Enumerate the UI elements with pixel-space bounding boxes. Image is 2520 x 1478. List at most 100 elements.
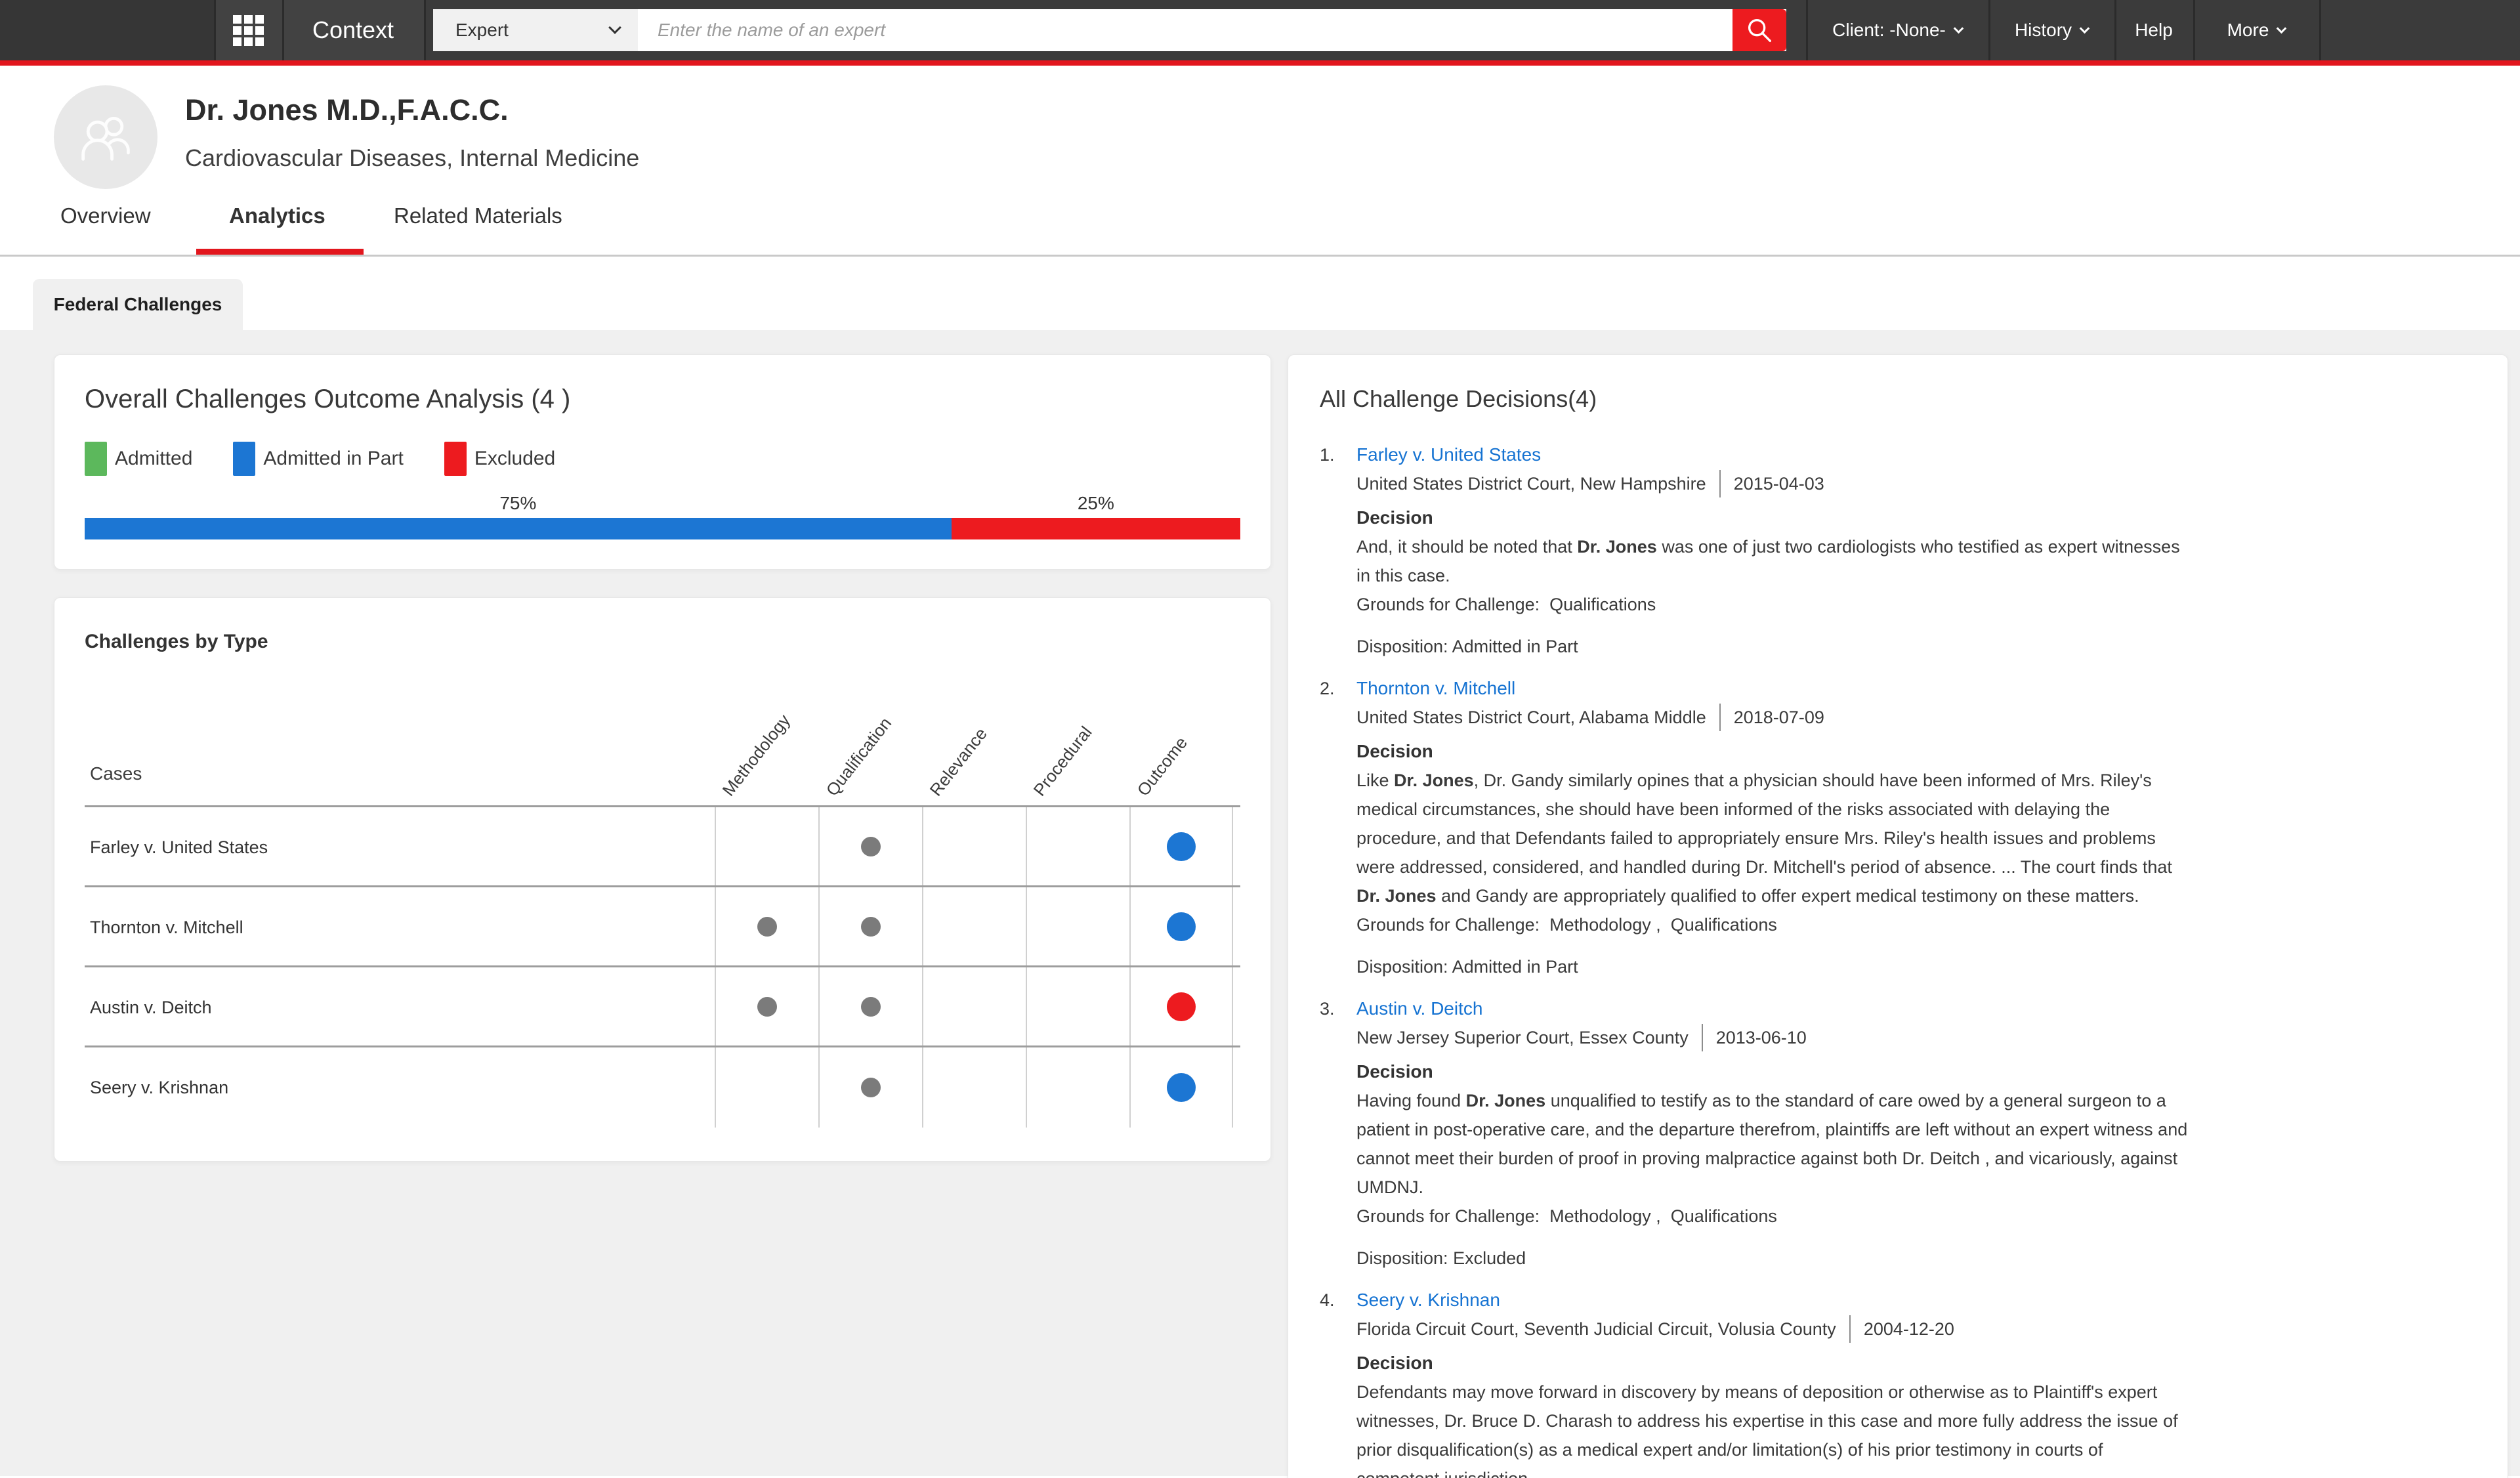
product-name: Context — [312, 16, 394, 43]
product-logo[interactable]: Context — [282, 0, 424, 60]
case-name: Farley v. United States — [90, 837, 268, 857]
table-cell — [922, 807, 1026, 885]
disposition-line: Disposition: Admitted in Part — [1356, 957, 1578, 977]
table-row: Farley v. United States — [85, 807, 1240, 887]
decision-date: 2018-07-09 — [1733, 707, 1824, 727]
table-cell — [1129, 807, 1233, 885]
cases-column-header: Cases — [90, 763, 142, 784]
decisions-title: All Challenge Decisions(4) — [1320, 385, 1597, 412]
expert-specialties: Cardiovascular Diseases, Internal Medici… — [185, 144, 640, 171]
grounds-dot — [861, 996, 881, 1017]
case-link[interactable]: Farley v. United States — [1356, 444, 1541, 465]
entry-number: 2. — [1320, 679, 1335, 698]
decision-text: And, it should be noted that Dr. Jones w… — [1356, 537, 2180, 585]
grounds-line: Grounds for Challenge: Qualifications — [1356, 595, 1656, 614]
grounds-line: Grounds for Challenge: Methodology , Qua… — [1356, 915, 1777, 935]
case-link[interactable]: Austin v. Deitch — [1356, 998, 1482, 1019]
legend: Admitted Admitted in Part Excluded — [85, 442, 1240, 476]
chevron-down-icon — [1953, 23, 1964, 33]
table-cell — [1026, 887, 1129, 965]
magnifier-icon — [1748, 18, 1771, 42]
chevron-down-icon — [2079, 23, 2090, 33]
table-cell — [1026, 1047, 1129, 1128]
court-row: New Jersey Superior Court, Essex County 2… — [1356, 1023, 2476, 1052]
grounds-line: Grounds for Challenge: Methodology , Qua… — [1356, 1206, 1777, 1226]
avatar — [54, 85, 158, 189]
case-link[interactable]: Seery v. Krishnan — [1356, 1290, 1500, 1310]
nav-client-menu[interactable]: Client: -None- — [1806, 0, 1988, 60]
grounds-dot — [861, 836, 881, 856]
decision-heading: Decision — [1356, 1353, 1433, 1373]
table-cell — [715, 967, 818, 1045]
decisions-list: 1. Farley v. United States United States D… — [1320, 440, 2476, 1478]
search-button[interactable] — [1732, 9, 1786, 51]
column-header-methodology: Methodology — [718, 710, 794, 800]
outcome-dot — [1167, 912, 1196, 941]
grounds-dot — [757, 916, 777, 937]
court-name: New Jersey Superior Court, Essex County — [1356, 1028, 1689, 1047]
decision-entry: 4. Seery v. Krishnan Florida Circuit Court… — [1320, 1286, 2476, 1478]
case-name: Seery v. Krishnan — [90, 1078, 229, 1097]
search-scope-select[interactable]: Expert — [433, 9, 638, 51]
decision-entry: 3. Austin v. Deitch New Jersey Superior Co… — [1320, 994, 2476, 1273]
analytics-content: Overall Challenges Outcome Analysis (4 )… — [0, 330, 2520, 1478]
tab-related-materials[interactable]: Related Materials — [394, 203, 562, 228]
case-link[interactable]: Thornton v. Mitchell — [1356, 678, 1515, 698]
nav-history-menu[interactable]: History — [1988, 0, 2114, 60]
outcome-analysis-card: Overall Challenges Outcome Analysis (4 )… — [54, 354, 1271, 570]
bar-labels: 75% 25% — [85, 488, 1240, 518]
bar-segment — [85, 518, 952, 539]
table-cell — [922, 967, 1026, 1045]
outcome-dot — [1167, 992, 1196, 1021]
column-header-outcome: Outcome — [1133, 732, 1192, 800]
decision-heading: Decision — [1356, 507, 1433, 528]
decision-date: 2013-06-10 — [1715, 1028, 1807, 1047]
table-cell — [818, 887, 922, 965]
search-scope-value: Expert — [455, 20, 509, 40]
bar-percent-label: 75% — [499, 493, 537, 513]
app-grid-icon — [232, 14, 264, 46]
column-header-procedural: Procedural — [1029, 722, 1096, 800]
case-name: Austin v. Deitch — [90, 998, 212, 1017]
table-cell — [715, 1047, 818, 1128]
expert-header: Dr. Jones M.D.,F.A.C.C. Cardiovascular D… — [0, 66, 2520, 257]
subtab-federal-challenges[interactable]: Federal Challenges — [33, 279, 243, 330]
chevron-down-icon — [2277, 23, 2287, 33]
entry-number: 3. — [1320, 999, 1335, 1019]
table-cell — [1026, 807, 1129, 885]
court-row: United States District Court, Alabama Mi… — [1356, 703, 2476, 732]
decision-heading: Decision — [1356, 741, 1433, 761]
table-cell — [818, 807, 922, 885]
challenges-by-type-title: Challenges by Type — [85, 631, 268, 652]
legend-item-admitted: Admitted — [85, 442, 192, 476]
disposition-line: Disposition: Admitted in Part — [1356, 637, 1578, 656]
nav-help-label: Help — [2135, 20, 2173, 40]
stacked-bar — [85, 518, 1240, 539]
grounds-dot — [861, 1078, 881, 1097]
legend-swatch-admitted-in-part — [233, 442, 256, 476]
decision-date: 2015-04-03 — [1733, 474, 1824, 494]
outcome-dot — [1167, 832, 1196, 861]
nav-help[interactable]: Help — [2114, 0, 2193, 60]
challenges-by-type-card: Challenges by Type Cases Methodology Qual… — [54, 597, 1271, 1162]
legend-item-excluded: Excluded — [444, 442, 555, 476]
expert-name: Dr. Jones M.D.,F.A.C.C. — [185, 93, 509, 127]
court-row: Florida Circuit Court, Seventh Judicial … — [1356, 1315, 2476, 1343]
tab-analytics[interactable]: Analytics — [229, 203, 326, 228]
tab-overview[interactable]: Overview — [60, 203, 151, 228]
legend-label: Admitted in Part — [263, 448, 404, 469]
decision-entry: 2. Thornton v. Mitchell United States Dist… — [1320, 674, 2476, 981]
table-cell — [1129, 1047, 1233, 1128]
expert-search-input[interactable] — [638, 9, 1732, 51]
search-bar: Expert — [433, 9, 1786, 51]
disposition-line: Disposition: Excluded — [1356, 1248, 1526, 1268]
court-date-separator — [1719, 470, 1721, 497]
outcome-analysis-title: Overall Challenges Outcome Analysis (4 ) — [85, 385, 571, 413]
bar-percent-label: 25% — [1077, 493, 1114, 513]
legend-swatch-excluded — [444, 442, 467, 476]
nav-more-menu[interactable]: More — [2193, 0, 2319, 60]
top-nav: Context Expert Client: -None- History He… — [0, 0, 2520, 60]
app-launcher-button[interactable] — [214, 0, 282, 60]
subtab-band: Federal Challenges — [0, 257, 2520, 330]
table-cell — [922, 887, 1026, 965]
